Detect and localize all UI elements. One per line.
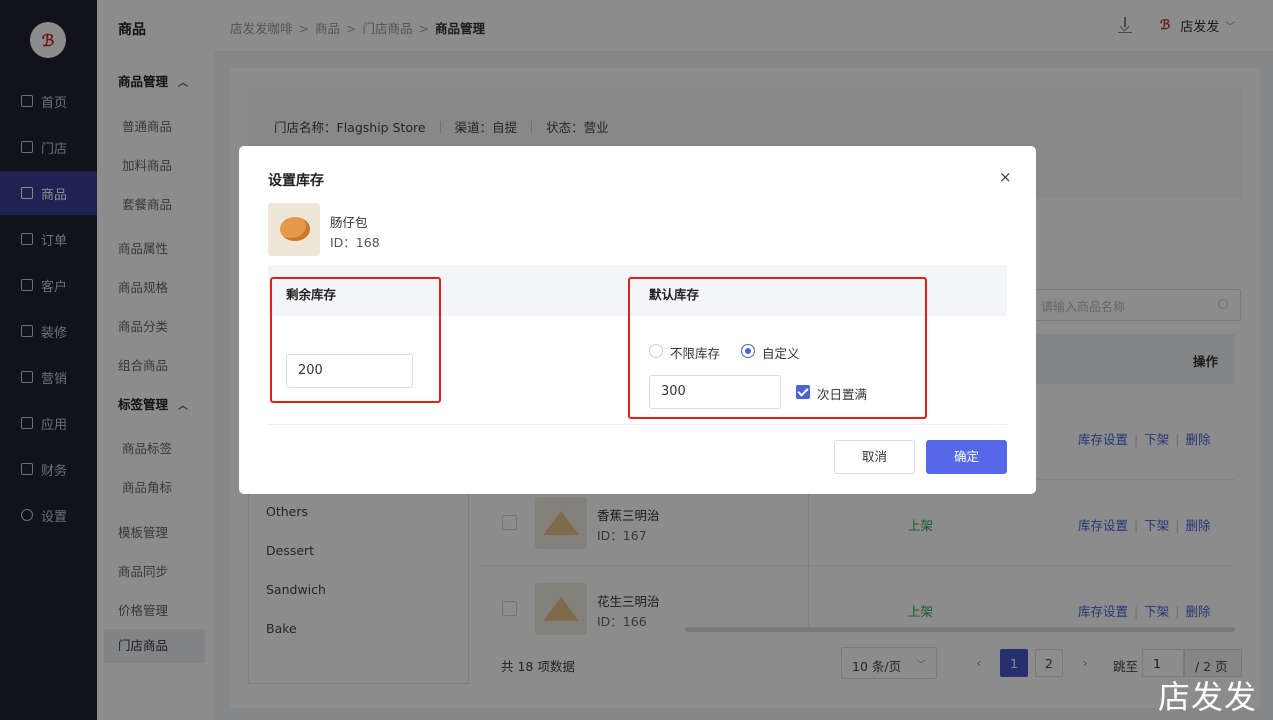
product-image [268, 203, 320, 256]
close-icon[interactable]: × [999, 168, 1012, 186]
product-name: 肠仔包 [330, 215, 368, 230]
modal-title: 设置库存 [268, 173, 324, 189]
confirm-button[interactable]: 确定 [926, 440, 1007, 474]
product-id: ID：168 [330, 235, 380, 250]
modal-divider [268, 424, 1007, 425]
cancel-button[interactable]: 取消 [834, 440, 915, 474]
highlight-default-stock [628, 277, 927, 419]
watermark-text: 店发发 [1158, 678, 1258, 716]
highlight-remaining-stock [270, 277, 441, 403]
stock-setting-modal: 设置库存 × 肠仔包 ID：168 剩余库存 默认库存 200 不限库存 自定义… [239, 146, 1036, 494]
